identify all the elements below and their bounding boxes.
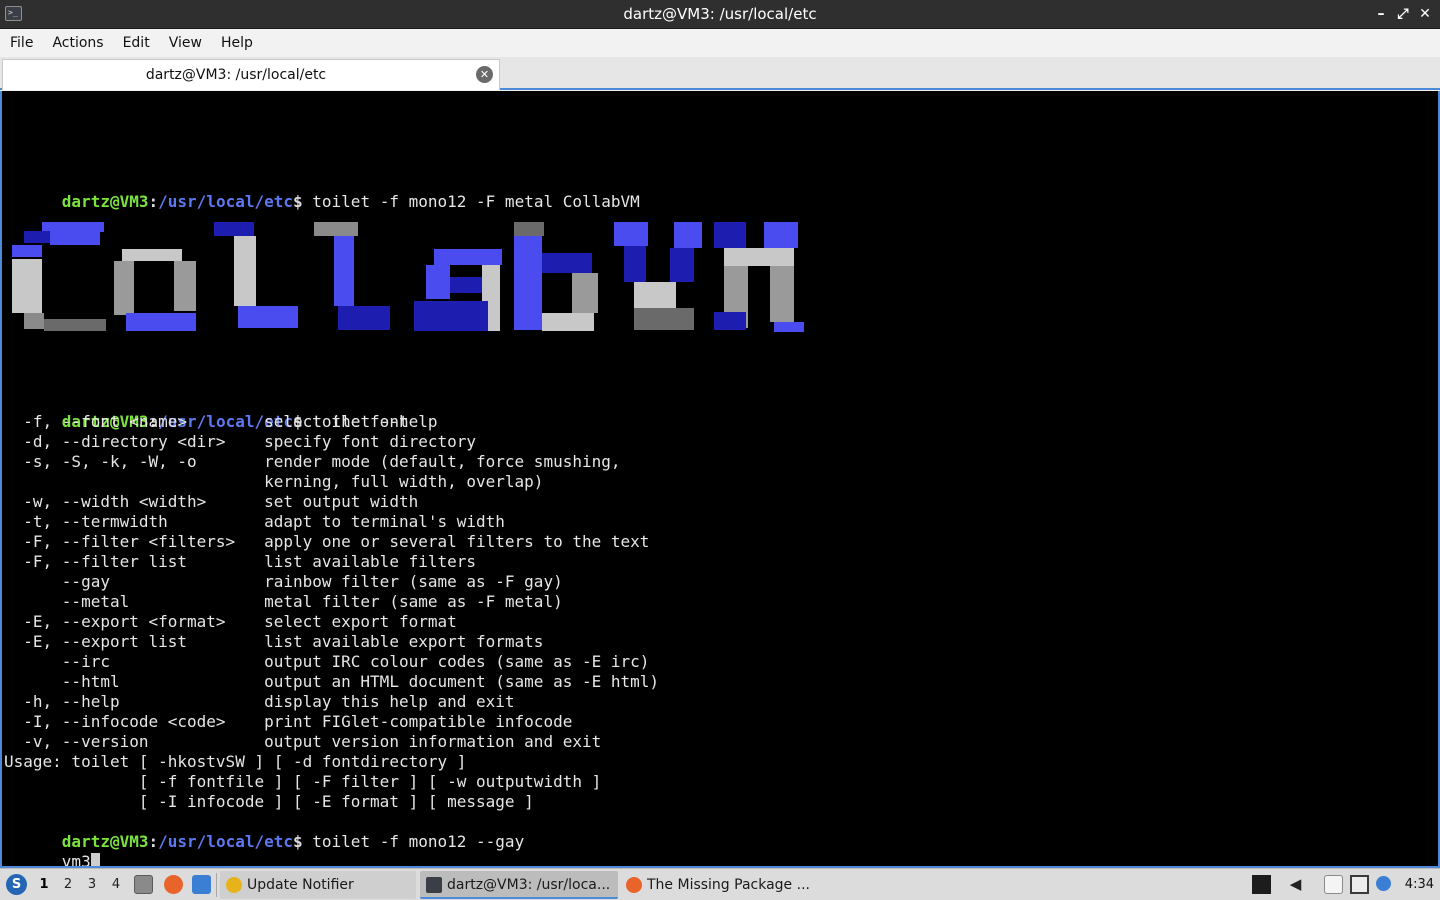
tab-terminal[interactable]: dartz@VM3: /usr/local/etc ✕ [2, 59, 500, 90]
usage-line: [ -I infocode ] [ -E format ] [ message … [4, 792, 534, 811]
update-notifier-icon [226, 877, 242, 893]
help-line: -F, --filter list list available filters [4, 552, 477, 571]
help-line: -s, -S, -k, -W, -o render mode (default,… [4, 452, 621, 471]
window-controls: – ⤢ ✕ [1372, 5, 1434, 23]
menu-view[interactable]: View [162, 31, 209, 55]
task-firefox[interactable]: The Missing Package ... [620, 871, 816, 899]
tab-label: dartz@VM3: /usr/local/etc [145, 67, 327, 83]
taskbar-separator [216, 873, 217, 897]
help-line: --metal metal filter (same as -F metal) [4, 592, 563, 611]
firefox-icon[interactable] [164, 875, 183, 894]
task-label: The Missing Package ... [647, 877, 810, 893]
taskbar: S 1 2 3 4 Update Notifier dartz@VM3: /us… [0, 868, 1440, 900]
help-line: --gay rainbow filter (same as -F gay) [4, 572, 563, 591]
tab-close-icon[interactable]: ✕ [476, 66, 493, 83]
task-terminal[interactable]: dartz@VM3: /usr/loca... [420, 871, 618, 899]
help-line: -E, --export list list available export … [4, 632, 544, 651]
workspace-3[interactable]: 3 [82, 876, 102, 894]
help-line: -d, --directory <dir> specify font direc… [4, 432, 477, 451]
menu-help[interactable]: Help [214, 31, 260, 55]
help-line: --html output an HTML document (same as … [4, 672, 660, 691]
task-label: dartz@VM3: /usr/loca... [447, 877, 611, 893]
input-line[interactable]: vm3 [4, 832, 100, 866]
prompt-symbol: $ [293, 192, 303, 211]
help-line: -t, --termwidth adapt to terminal's widt… [4, 512, 505, 531]
help-line: kerning, full width, overlap) [4, 472, 544, 491]
workspace-4[interactable]: 4 [106, 876, 126, 894]
command-text: toilet -f mono12 -F metal CollabVM [302, 192, 640, 211]
menu-file[interactable]: File [3, 31, 40, 55]
help-line: -f, --font <name> select the font [4, 412, 409, 431]
command-line-1: dartz@VM3:/usr/local/etc$ toilet -f mono… [4, 172, 640, 211]
terminal-output[interactable]: dartz@VM3:/usr/local/etc$ toilet -f mono… [0, 91, 1440, 868]
text-cursor [90, 853, 100, 866]
workspace-2[interactable]: 2 [58, 876, 78, 894]
terminal-icon [426, 877, 442, 893]
typed-input: vm3 [61, 852, 91, 868]
clock[interactable]: 4:34 [1405, 876, 1434, 894]
firefox-icon [626, 877, 642, 893]
help-line: -w, --width <width> set output width [4, 492, 419, 511]
menu-actions[interactable]: Actions [45, 31, 110, 55]
help-line: -E, --export <format> select export form… [4, 612, 457, 631]
title-bar[interactable]: >_ dartz@VM3: /usr/local/etc – ⤢ ✕ [0, 0, 1440, 29]
prompt-separator: : [148, 832, 159, 851]
prompt-symbol: $ [293, 832, 303, 851]
prompt-user: dartz@VM3 [61, 192, 149, 211]
command-text: toilet -f mono12 --gay [302, 832, 525, 851]
menu-bar: File Actions Edit View Help [0, 29, 1440, 57]
command-line-3: dartz@VM3:/usr/local/etc$ toilet -f mono… [4, 812, 524, 851]
help-line: -I, --infocode <code> print FIGlet-compa… [4, 712, 573, 731]
help-line: --irc output IRC colour codes (same as -… [4, 652, 650, 671]
collabvm-banner [12, 222, 804, 332]
menu-edit[interactable]: Edit [116, 31, 157, 55]
lxqt-start-icon[interactable]: S [6, 874, 27, 895]
workspace-1[interactable]: 1 [34, 876, 54, 894]
network-icon[interactable] [1350, 875, 1369, 894]
task-update-notifier[interactable]: Update Notifier [220, 871, 416, 899]
help-line: -h, --help display this help and exit [4, 692, 515, 711]
prompt-separator: : [148, 192, 159, 211]
command-line-2: dartz@VM3:/usr/local/etc$ toilet --help [4, 392, 438, 431]
clipboard-icon[interactable] [1324, 875, 1343, 894]
help-line: -F, --filter <filters> apply one or seve… [4, 532, 650, 551]
notification-icon[interactable] [1376, 876, 1391, 891]
help-line: -v, --version output version information… [4, 732, 602, 751]
terminal-window: >_ dartz@VM3: /usr/local/etc – ⤢ ✕ File … [0, 0, 1440, 868]
close-icon[interactable]: ✕ [1416, 5, 1434, 23]
prompt-path: /usr/local/etc [158, 832, 293, 851]
prompt-path: /usr/local/etc [158, 192, 293, 211]
maximize-icon[interactable]: ⤢ [1394, 5, 1412, 23]
window-title: dartz@VM3: /usr/local/etc [623, 5, 817, 23]
usage-line: Usage: toilet [ -hkostvSW ] [ -d fontdir… [4, 752, 467, 771]
minimize-icon[interactable]: – [1372, 5, 1390, 23]
volume-icon[interactable]: ◀ [1286, 875, 1305, 894]
usage-line: [ -f fontfile ] [ -F filter ] [ -w outpu… [4, 772, 602, 791]
tab-bar: dartz@VM3: /usr/local/etc ✕ [0, 57, 1440, 90]
task-label: Update Notifier [247, 877, 354, 893]
keyboard-layout-icon[interactable] [1252, 875, 1271, 894]
desktop-icon[interactable] [192, 875, 211, 894]
file-manager-icon[interactable] [134, 875, 153, 894]
